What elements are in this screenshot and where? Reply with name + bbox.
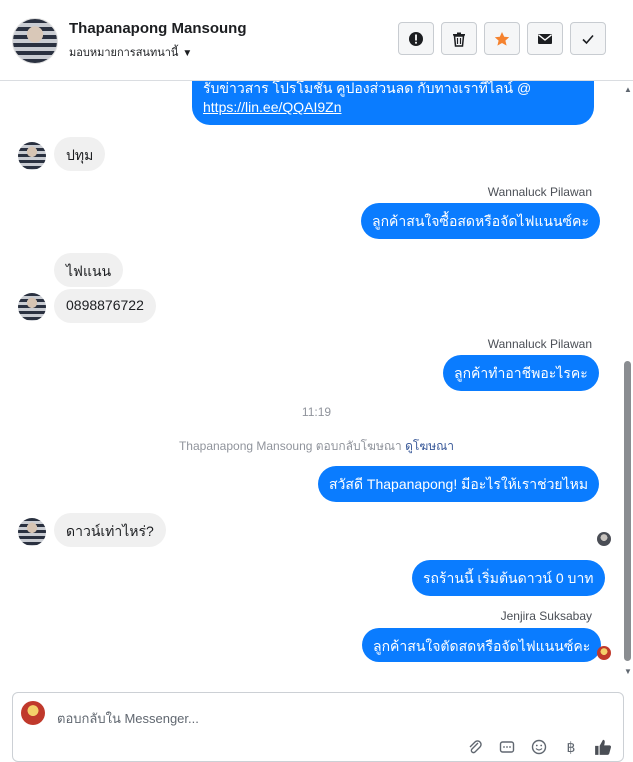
- ad-reply-text: Thapanapong Mansoung ตอบกลับโฆษณา: [178, 439, 402, 453]
- message-outgoing[interactable]: รับข่าวสาร โปรโมชั่น คูปองส่วนลด กับทางเ…: [192, 81, 594, 125]
- mark-done-button[interactable]: [570, 22, 606, 55]
- star-icon: [494, 31, 510, 46]
- message-outgoing[interactable]: ลูกค้าสนใจตัดสดหรือจัดไฟแนนซ์คะ: [362, 628, 602, 662]
- delete-button[interactable]: [441, 22, 477, 55]
- assign-label: มอบหมายการสนทนานี้: [69, 47, 179, 59]
- scroll-up-icon[interactable]: ▲: [624, 85, 632, 94]
- like-icon[interactable]: [593, 737, 613, 757]
- currency-icon[interactable]: ฿: [561, 737, 581, 757]
- caret-down-icon: ▼: [182, 48, 193, 59]
- message-incoming[interactable]: ปทุม: [54, 137, 106, 171]
- contact-avatar-small[interactable]: [18, 293, 46, 321]
- view-ad-link[interactable]: ดูโฆษณา: [405, 439, 454, 453]
- message-incoming[interactable]: ไฟแนน: [54, 253, 124, 287]
- attach-icon[interactable]: [465, 737, 485, 757]
- contact-name[interactable]: Thapanapong Mansoung: [69, 20, 247, 37]
- seen-avatar: [597, 532, 611, 546]
- seen-avatar: [597, 646, 611, 660]
- message-outgoing[interactable]: ลูกค้าสนใจซื้อสดหรือจัดไฟแนนซ์คะ: [361, 203, 600, 239]
- alert-icon: [409, 31, 423, 46]
- mark-unread-button[interactable]: [527, 22, 563, 55]
- message-thread[interactable]: รับข่าวสาร โปรโมชั่น คูปองส่วนลด กับทางเ…: [0, 81, 633, 685]
- ad-reply-note: Thapanapong Mansoung ตอบกลับโฆษณา ดูโฆษณ…: [0, 437, 633, 456]
- scrollbar[interactable]: ▲ ▼: [622, 81, 633, 685]
- message-link[interactable]: https://lin.ee/QQAI9Zn: [203, 98, 583, 117]
- message-incoming[interactable]: ดาวน์เท่าไหร่?: [54, 513, 166, 547]
- message-text: รับข่าวสาร โปรโมชั่น คูปองส่วนลด กับทางเ…: [203, 81, 532, 96]
- assign-conversation[interactable]: มอบหมายการสนทนานี้ ▼: [69, 43, 192, 61]
- composer-tools: ฿: [465, 737, 613, 757]
- contact-avatar-small[interactable]: [18, 518, 46, 546]
- sender-name: Wannaluck Pilawan: [487, 185, 592, 199]
- reply-composer[interactable]: ตอบกลับใน Messenger... ฿: [12, 692, 624, 762]
- emoji-icon[interactable]: [529, 737, 549, 757]
- message-incoming[interactable]: 0898876722: [54, 289, 156, 323]
- mark-spam-button[interactable]: [398, 22, 434, 55]
- message-outgoing[interactable]: รถร้านนี้ เริ่มต้นดาวน์ 0 บาท: [412, 560, 605, 596]
- contact-avatar[interactable]: [12, 18, 58, 64]
- reply-input[interactable]: ตอบกลับใน Messenger...: [57, 708, 199, 729]
- sender-name: Wannaluck Pilawan: [487, 337, 592, 351]
- star-button[interactable]: [484, 22, 520, 55]
- contact-avatar-small[interactable]: [18, 142, 46, 170]
- sender-name: Jenjira Suksabay: [500, 609, 592, 623]
- conversation-header: Thapanapong Mansoung มอบหมายการสนทนานี้ ▼: [0, 0, 633, 81]
- scroll-thumb[interactable]: [624, 361, 631, 661]
- timestamp: 11:19: [301, 405, 332, 419]
- check-icon: [582, 34, 594, 44]
- scroll-down-icon[interactable]: ▼: [624, 667, 632, 676]
- mail-icon: [538, 33, 552, 44]
- trash-icon: [453, 32, 465, 47]
- gif-icon[interactable]: [497, 737, 517, 757]
- message-outgoing[interactable]: ลูกค้าทำอาชีพอะไรคะ: [443, 355, 599, 391]
- message-outgoing[interactable]: สวัสดี Thapanapong! มีอะไรให้เราช่วยไหม: [318, 466, 600, 502]
- page-avatar: [21, 701, 45, 725]
